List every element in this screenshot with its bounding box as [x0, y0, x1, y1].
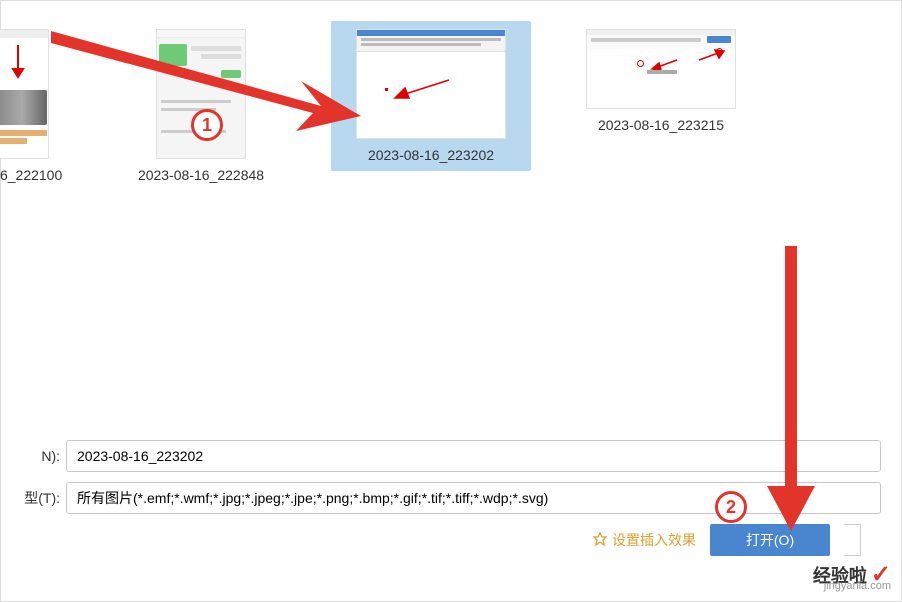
watermark-url: jingyanla.com: [824, 580, 891, 592]
filename-input[interactable]: [66, 440, 881, 472]
file-grid: 3-16_222100 2023-08-16_222848 2023-08-: [1, 1, 901, 191]
open-button[interactable]: 打开(O): [710, 524, 830, 556]
file-label: 2023-08-16_223202: [368, 147, 494, 163]
file-label: 3-16_222100: [0, 167, 62, 183]
insert-effect-link[interactable]: 设置插入效果: [592, 530, 696, 550]
file-label: 2023-08-16_222848: [138, 167, 264, 183]
arrow-icon: [697, 48, 727, 62]
filename-label: N):: [11, 448, 66, 464]
filetype-label: 型(T):: [11, 488, 66, 508]
file-thumbnail: [586, 29, 736, 109]
filetype-select[interactable]: [66, 482, 881, 514]
watermark: 经验啦 ✓ jingyanla.com: [813, 560, 891, 589]
insert-effect-label: 设置插入效果: [612, 530, 696, 550]
file-label: 2023-08-16_223215: [598, 117, 724, 133]
annotation-badge-1: 1: [191, 109, 223, 141]
dropdown-button[interactable]: [844, 524, 861, 556]
dialog-footer: N): 型(T): 设置插入效果 打开(O): [1, 430, 901, 566]
arrow-icon: [391, 78, 451, 102]
file-thumbnail: [356, 29, 506, 139]
file-item[interactable]: 2023-08-16_222848: [101, 21, 301, 191]
annotation-badge-2: 2: [715, 491, 747, 523]
file-thumbnail: [0, 29, 49, 159]
file-item[interactable]: 3-16_222100: [0, 21, 71, 191]
gear-icon: [592, 532, 608, 548]
file-item[interactable]: 2023-08-16_223215: [561, 21, 761, 141]
arrow-icon: [11, 45, 25, 87]
file-item-selected[interactable]: 2023-08-16_223202: [331, 21, 531, 171]
